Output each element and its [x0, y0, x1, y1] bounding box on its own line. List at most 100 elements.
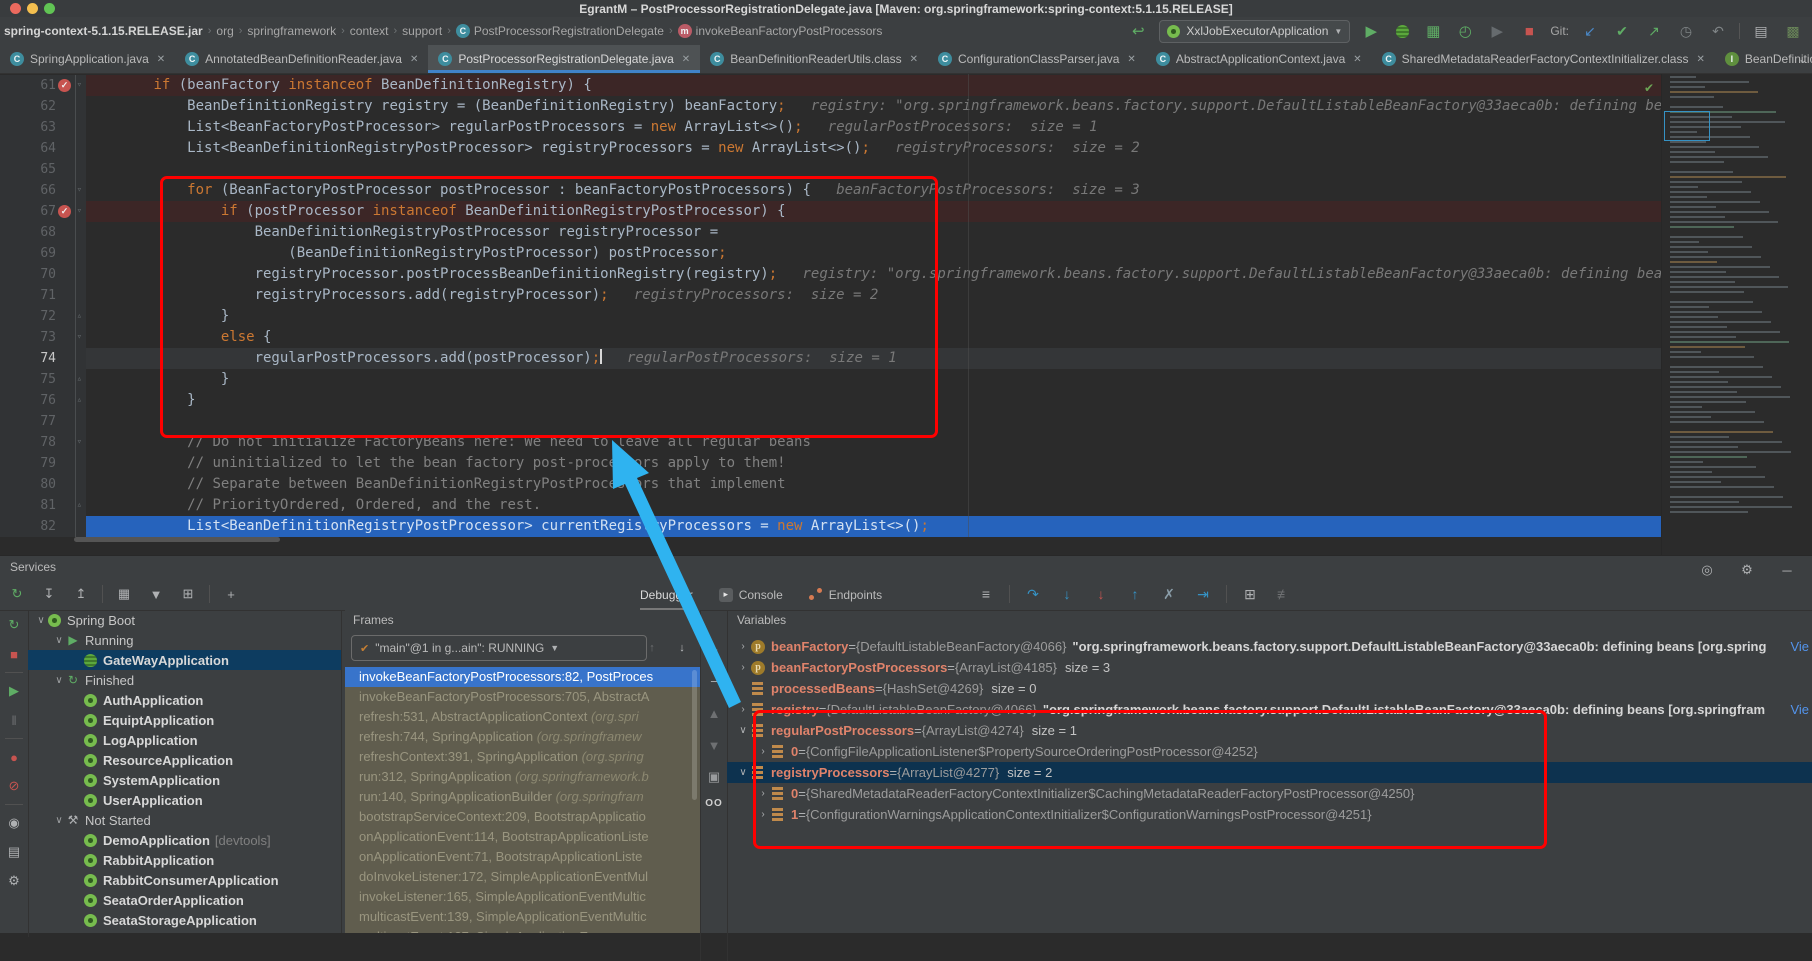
frame-row[interactable]: onApplicationEvent:71, BootstrapApplicat…	[345, 847, 700, 867]
frame-row[interactable]: multicastEvent:127, SimpleApplicationE	[345, 927, 700, 933]
editor-gutter[interactable]: 79	[0, 453, 86, 474]
drop-frame-icon[interactable]: ✗	[1158, 583, 1180, 605]
terminal-icon[interactable]: ▩	[1782, 20, 1804, 42]
tab-configurationclassparser-java[interactable]: CConfigurationClassParser.java✕	[928, 45, 1146, 73]
tree-row[interactable]: ∨Spring Boot	[28, 610, 341, 630]
tab-abstractapplicationcontext-java[interactable]: CAbstractApplicationContext.java✕	[1146, 45, 1372, 73]
inspections-ok-icon[interactable]: ✔	[1644, 81, 1654, 95]
tab-close-icon[interactable]: ✕	[1696, 54, 1704, 65]
variable-row[interactable]: ›pbeanFactoryPostProcessors = {ArrayList…	[727, 657, 1812, 678]
code-text[interactable]: BeanDefinitionRegistryPostProcessor regi…	[86, 222, 1662, 243]
frame-row[interactable]: doInvokeListener:172, SimpleApplicationE…	[345, 867, 700, 887]
code-text[interactable]: regularPostProcessors.add(postProcessor)…	[86, 348, 1662, 369]
code-text[interactable]: // Separate between BeanDefinitionRegist…	[86, 474, 1662, 495]
editor-gutter[interactable]: 72▵	[0, 306, 86, 327]
tab-springapplication-java[interactable]: CSpringApplication.java✕	[0, 45, 175, 73]
view-breakpoints-icon[interactable]: ⊘	[3, 775, 25, 797]
git-push-icon[interactable]: ↗	[1643, 20, 1665, 42]
pause-icon[interactable]: ‖	[3, 709, 25, 731]
breadcrumb-item[interactable]: context	[348, 24, 391, 38]
code-line[interactable]: 77	[0, 411, 1662, 432]
chevron-expand-icon[interactable]: ∨	[735, 725, 751, 736]
editor-gutter[interactable]: 76▵	[0, 390, 86, 411]
hide-icon[interactable]: ─	[1776, 559, 1798, 581]
git-commit-icon[interactable]: ✔	[1611, 20, 1633, 42]
code-text[interactable]: if (beanFactory instanceof BeanDefinitio…	[86, 75, 1662, 96]
fold-marker-icon[interactable]: ▿	[77, 327, 82, 348]
variable-row[interactable]: processedBeans = {HashSet@4269}size = 0	[727, 678, 1812, 699]
evaluate-icon[interactable]: ⊞	[1239, 583, 1261, 605]
add-frame-icon[interactable]: ⊞	[177, 583, 199, 605]
code-text[interactable]: // PriorityOrdered, Ordered, and the res…	[86, 495, 1662, 516]
frame-row[interactable]: run:312, SpringApplication (org.springfr…	[345, 767, 700, 787]
code-text[interactable]: List<BeanDefinitionRegistryPostProcessor…	[86, 516, 1662, 537]
tree-row[interactable]: SeataOrderApplication	[28, 890, 341, 910]
chevron-collapsed-icon[interactable]: ›	[755, 788, 771, 799]
stop-icon[interactable]: ■	[3, 643, 25, 665]
variable-row[interactable]: ›registry = {DefaultListableBeanFactory@…	[727, 699, 1812, 720]
frame-row[interactable]: invokeBeanFactoryPostProcessors:705, Abs…	[345, 687, 700, 707]
tree-row[interactable]: RabbitApplication	[28, 850, 341, 870]
tab-close-icon[interactable]: ✕	[410, 54, 418, 65]
settings-icon[interactable]: ⚙	[3, 870, 25, 892]
code-text[interactable]: // uninitialized to let the bean factory…	[86, 453, 1662, 474]
resume-icon[interactable]: ▶	[3, 680, 25, 702]
fold-marker-icon[interactable]: ▿	[77, 180, 82, 201]
step-into-icon[interactable]: ↓	[1056, 583, 1078, 605]
run-disabled-icon[interactable]: ▶	[1486, 20, 1508, 42]
editor-gutter[interactable]: 65	[0, 159, 86, 180]
editor-gutter[interactable]: 75▵	[0, 369, 86, 390]
code-text[interactable]: }	[86, 369, 1662, 390]
code-line[interactable]: 64 List<BeanDefinitionRegistryPostProces…	[0, 138, 1662, 159]
debug-bug-icon[interactable]	[1392, 21, 1412, 41]
code-text[interactable]	[86, 159, 1662, 180]
tab-close-icon[interactable]: ✕	[1353, 54, 1361, 65]
float-window-icon[interactable]: ◎	[1696, 559, 1718, 581]
editor-gutter[interactable]: 82	[0, 516, 86, 537]
variable-row[interactable]: ›1 = {ConfigurationWarningsApplicationCo…	[727, 804, 1812, 825]
frame-row[interactable]: run:140, SpringApplicationBuilder (org.s…	[345, 787, 700, 807]
view-link[interactable]: Vie	[1790, 639, 1809, 654]
code-text[interactable]: List<BeanDefinitionRegistryPostProcessor…	[86, 138, 1662, 159]
tree-row[interactable]: LogApplication	[28, 730, 341, 750]
editor-gutter[interactable]: 67✓▿	[0, 201, 86, 222]
tab-postprocessorregistrationdelegate-java[interactable]: CPostProcessorRegistrationDelegate.java✕	[428, 45, 700, 73]
tree-row[interactable]: SeataStorageApplication	[28, 910, 341, 930]
chevron-expand-icon[interactable]: ∨	[34, 615, 48, 626]
chevron-collapsed-icon[interactable]: ›	[755, 809, 771, 820]
editor-gutter[interactable]: 68	[0, 222, 86, 243]
tree-row[interactable]: ∨▶Running	[28, 630, 341, 650]
editor-gutter[interactable]: 74	[0, 348, 86, 369]
fold-marker-icon[interactable]: ▵	[77, 390, 82, 411]
view-link[interactable]: Vie	[1790, 702, 1809, 717]
git-update-icon[interactable]: ↙	[1579, 20, 1601, 42]
variable-row[interactable]: ∨registryProcessors = {ArrayList@4277}si…	[727, 762, 1812, 783]
remove-watch-icon[interactable]: −	[703, 670, 725, 692]
expand-all-icon[interactable]: ↧	[38, 583, 60, 605]
tree-row[interactable]: EquiptApplication	[28, 710, 341, 730]
editor-gutter[interactable]: 80	[0, 474, 86, 495]
editor-gutter[interactable]: 78▿	[0, 432, 86, 453]
editor-gutter[interactable]: 81▵	[0, 495, 86, 516]
code-text[interactable]: // Do not initialize FactoryBeans here: …	[86, 432, 1662, 453]
editor-gutter[interactable]: 69	[0, 243, 86, 264]
stop-icon[interactable]: ■	[1518, 20, 1540, 42]
code-line[interactable]: 69 (BeanDefinitionRegistryPostProcessor)…	[0, 243, 1662, 264]
code-line[interactable]: 74 regularPostProcessors.add(postProcess…	[0, 348, 1662, 369]
chevron-expand-icon[interactable]: ∨	[52, 815, 66, 826]
hidden-tabs-chevron-icon[interactable]: ⌄	[1798, 52, 1808, 66]
chevron-collapsed-icon[interactable]: ›	[735, 641, 751, 652]
tab-beandefinitionreaderutils-class[interactable]: CBeanDefinitionReaderUtils.class✕	[700, 45, 928, 73]
editor-gutter[interactable]: 64	[0, 138, 86, 159]
code-line[interactable]: 61✓▿ if (beanFactory instanceof BeanDefi…	[0, 75, 1662, 96]
run-icon[interactable]: ▶	[1360, 20, 1382, 42]
frame-row[interactable]: multicastEvent:139, SimpleApplicationEve…	[345, 907, 700, 927]
editor-gutter[interactable]: 66▿	[0, 180, 86, 201]
code-line[interactable]: 75▵ }	[0, 369, 1662, 390]
chevron-expand-icon[interactable]: ∨	[52, 675, 66, 686]
frame-row[interactable]: onApplicationEvent:114, BootstrapApplica…	[345, 827, 700, 847]
profiler-icon[interactable]: ◴	[1454, 20, 1476, 42]
variables-list[interactable]: ›pbeanFactory = {DefaultListableBeanFact…	[727, 636, 1812, 825]
add-watch-icon[interactable]: +	[703, 638, 725, 660]
thread-selector[interactable]: ✔ "main"@1 in g...ain": RUNNING ▼	[351, 635, 647, 661]
